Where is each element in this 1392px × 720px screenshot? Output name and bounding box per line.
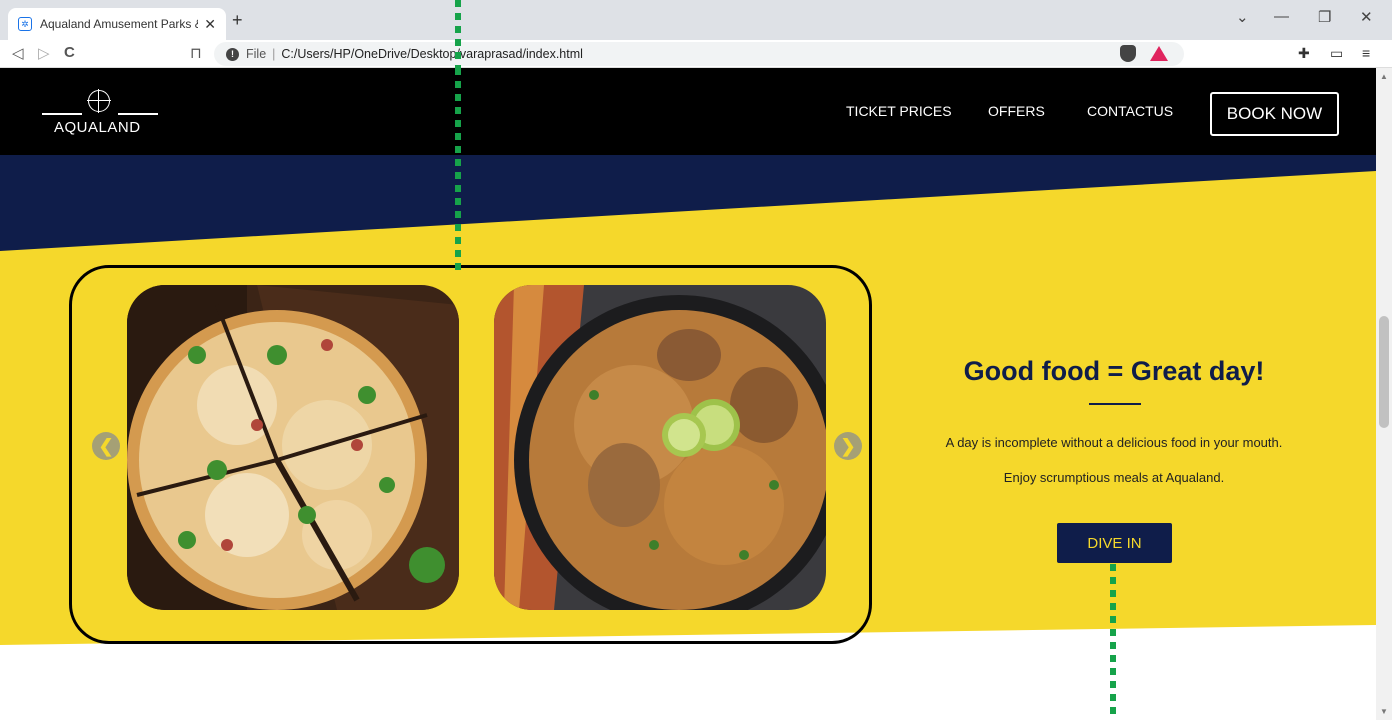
book-now-button[interactable]: BOOK NOW	[1210, 92, 1339, 136]
annotation-dotted-line-chrome	[455, 0, 461, 68]
annotation-dotted-line-bottom	[1110, 564, 1116, 720]
carousel-next-button[interactable]: ❯	[834, 432, 862, 460]
biryani-image	[494, 285, 826, 610]
browser-tab-strip: ✲ Aqualand Amusement Parks & Re ✕ + ⌄ — …	[0, 0, 1392, 40]
page-viewport: AQUALAND TICKET PRICES OFFERS CONTACTUS …	[0, 68, 1376, 720]
address-toolbar: ◁ ▷ C ⊓ ! File | C:/Users/HP/OneDrive/De…	[0, 40, 1392, 68]
annotation-dotted-line-top	[455, 68, 461, 274]
pizza-image	[127, 285, 459, 610]
brave-shield-icon[interactable]	[1120, 45, 1136, 62]
nav-ticket-prices[interactable]: TICKET PRICES	[846, 103, 952, 119]
heading-divider	[1089, 403, 1141, 405]
ferris-wheel-icon	[87, 89, 111, 113]
bookmark-icon[interactable]: ⊓	[190, 44, 202, 62]
dive-in-button[interactable]: DIVE IN	[1057, 523, 1172, 563]
food-description-2: Enjoy scrumptious meals at Aqualand.	[1003, 470, 1225, 485]
ferris-wheel-favicon-icon: ✲	[18, 17, 32, 31]
new-tab-button[interactable]: +	[232, 10, 243, 31]
food-carousel: ❮ ❯	[69, 265, 872, 644]
logo-line-right	[118, 113, 158, 115]
carousel-prev-button[interactable]: ❮	[92, 432, 120, 460]
url-bar[interactable]: ! File | C:/Users/HP/OneDrive/Desktop/va…	[214, 42, 1184, 66]
scroll-up-icon[interactable]: ▲	[1380, 72, 1388, 81]
page-scrollbar[interactable]: ▲ ▼	[1376, 68, 1392, 720]
url-scheme: File	[246, 47, 267, 61]
back-button[interactable]: ◁	[12, 44, 24, 62]
aqualand-logo[interactable]: AQUALAND	[42, 88, 158, 144]
tab-search-dropdown-icon[interactable]: ⌄	[1236, 8, 1249, 26]
brave-rewards-icon[interactable]	[1150, 46, 1168, 61]
scrollbar-thumb[interactable]	[1379, 316, 1389, 428]
wallet-icon[interactable]: ▭	[1330, 45, 1343, 62]
restore-button[interactable]: ❐	[1318, 8, 1331, 26]
tab-close-icon[interactable]: ✕	[204, 16, 216, 33]
site-header: AQUALAND TICKET PRICES OFFERS CONTACTUS …	[0, 68, 1376, 155]
extensions-icon[interactable]: ✚	[1298, 45, 1310, 62]
browser-tab[interactable]: ✲ Aqualand Amusement Parks & Re ✕	[8, 8, 226, 40]
close-window-button[interactable]: ✕	[1360, 8, 1373, 26]
scroll-down-icon[interactable]: ▼	[1380, 707, 1388, 716]
minimize-button[interactable]: —	[1274, 8, 1289, 25]
reload-button[interactable]: C	[64, 44, 75, 61]
tab-title: Aqualand Amusement Parks & Re	[40, 17, 198, 31]
logo-text: AQUALAND	[54, 119, 141, 136]
nav-offers[interactable]: OFFERS	[988, 103, 1045, 119]
url-text[interactable]: C:/Users/HP/OneDrive/Desktop/varaprasad/…	[281, 47, 583, 61]
forward-button[interactable]: ▷	[38, 44, 50, 62]
food-heading: Good food = Great day!	[963, 356, 1265, 386]
logo-line-left	[42, 113, 82, 115]
info-icon[interactable]: !	[226, 47, 239, 61]
food-description-1: A day is incomplete without a delicious …	[945, 435, 1283, 450]
nav-contact[interactable]: CONTACTUS	[1087, 103, 1173, 119]
browser-menu-icon[interactable]: ≡	[1362, 45, 1370, 61]
url-separator: |	[272, 47, 276, 61]
